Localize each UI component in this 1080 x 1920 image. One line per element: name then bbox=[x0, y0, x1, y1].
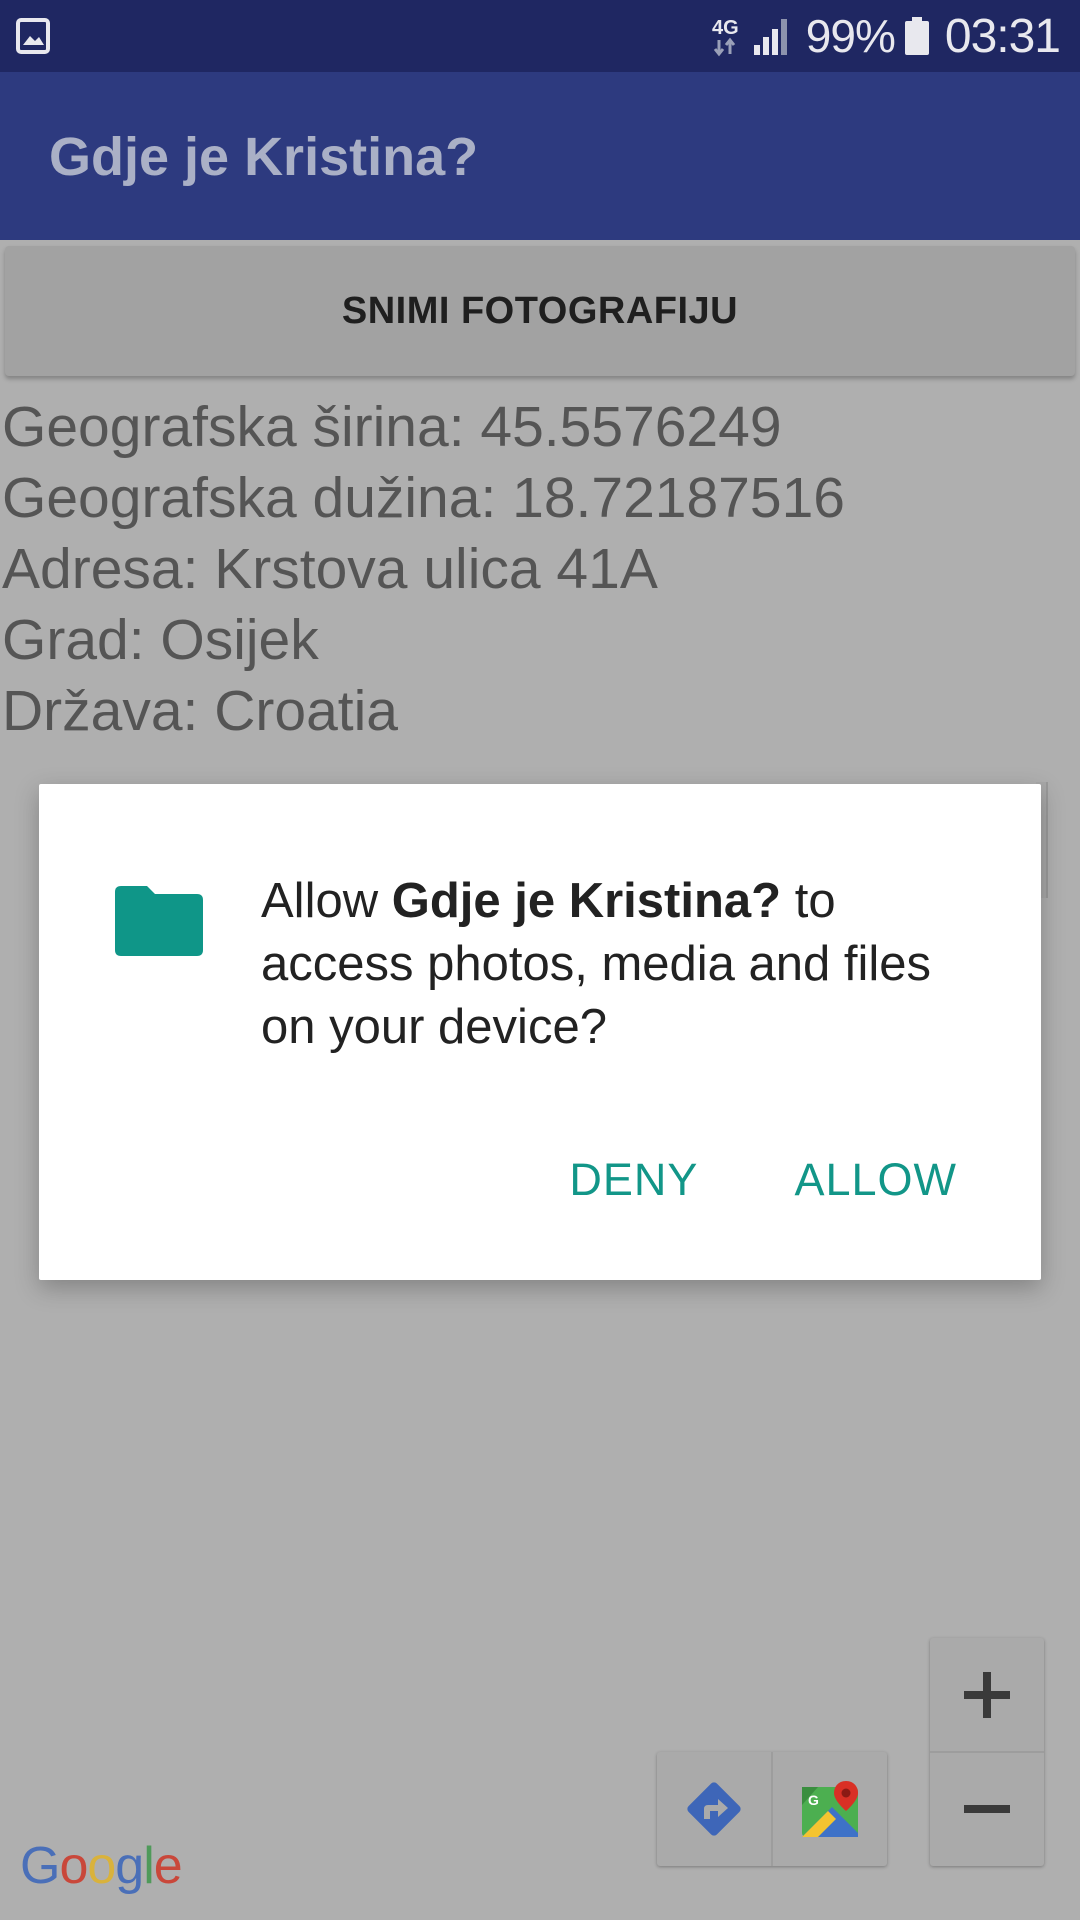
gallery-icon bbox=[16, 18, 50, 54]
latitude-text: Geografska širina: 45.5576249 bbox=[2, 395, 782, 459]
open-google-maps-button[interactable]: G bbox=[773, 1752, 887, 1866]
dialog-actions: DENY ALLOW bbox=[569, 1154, 957, 1206]
svg-text:G: G bbox=[808, 1792, 819, 1808]
battery-percent: 99% bbox=[805, 10, 896, 62]
google-maps-icon: G bbox=[802, 1781, 858, 1837]
country-text: Država: Croatia bbox=[2, 679, 398, 743]
status-bar: 4G 99% 03:31 bbox=[0, 0, 1080, 72]
dialog-app-name: Gdje je Kristina? bbox=[391, 874, 782, 928]
svg-text:4G: 4G bbox=[712, 17, 739, 39]
allow-button[interactable]: ALLOW bbox=[794, 1154, 957, 1206]
dialog-message: Allow Gdje je Kristina? to access photos… bbox=[261, 870, 981, 1059]
signal-icon bbox=[753, 19, 787, 55]
city-text: Grad: Osijek bbox=[2, 608, 319, 672]
battery-icon bbox=[904, 17, 929, 55]
dialog-message-prefix: Allow bbox=[261, 874, 392, 928]
network-4g-icon: 4G bbox=[712, 17, 739, 57]
google-attribution-logo: Google bbox=[20, 1837, 183, 1895]
permission-dialog: Allow Gdje je Kristina? to access photos… bbox=[39, 784, 1041, 1280]
zoom-in-button[interactable] bbox=[930, 1638, 1044, 1753]
longitude-text: Geografska dužina: 18.72187516 bbox=[2, 466, 845, 530]
deny-button[interactable]: DENY bbox=[569, 1154, 698, 1206]
address-text: Adresa: Krstova ulica 41A bbox=[2, 537, 658, 601]
app-title: Gdje je Kristina? bbox=[49, 127, 479, 187]
folder-icon bbox=[115, 886, 203, 956]
directions-icon bbox=[687, 1782, 741, 1836]
directions-button[interactable] bbox=[657, 1752, 773, 1866]
zoom-out-icon bbox=[964, 1804, 1010, 1813]
clock: 03:31 bbox=[944, 9, 1061, 63]
zoom-out-button[interactable] bbox=[930, 1752, 1044, 1865]
status-right: 4G 99% 03:31 bbox=[710, 0, 1061, 72]
map-toolbar: G bbox=[657, 1752, 887, 1866]
location-info: Geografska širina: 45.5576249 Geografska… bbox=[2, 392, 845, 747]
app-bar: Gdje je Kristina? bbox=[0, 72, 1080, 240]
snap-photo-button[interactable]: SNIMI FOTOGRAFIJU bbox=[5, 246, 1075, 376]
zoom-controls bbox=[930, 1638, 1044, 1866]
zoom-in-icon bbox=[964, 1671, 1010, 1718]
